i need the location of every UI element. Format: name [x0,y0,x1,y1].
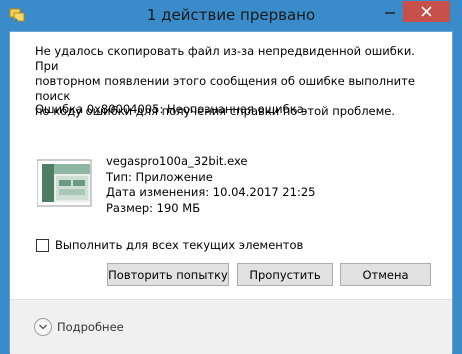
apply-to-all-checkbox[interactable]: Выполнить для всех текущих элементов [36,238,303,252]
chevron-down-icon [39,324,47,330]
dialog-body: Не удалось скопировать файл из-за непред… [9,31,453,354]
minimize-icon [385,11,395,14]
dialog-window: 1 действие прервано Не удалось скопирова… [0,0,462,354]
skip-button[interactable]: Пропустить [237,263,333,286]
details-footer: Подробнее [10,299,452,354]
file-details: vegaspro100a_32bit.exe Тип: Приложение Д… [106,154,315,216]
message-line: Не удалось скопировать файл из-за непред… [35,44,415,73]
file-modified: Дата изменения: 10.04.2017 21:25 [106,185,316,199]
minimize-button[interactable] [377,1,403,22]
file-icon [37,159,92,207]
more-details-toggle[interactable]: Подробнее [34,318,124,336]
error-code: Ошибка 0x80004005: Неопознанная ошибка [35,102,304,116]
close-icon [421,6,432,17]
file-name: vegaspro100a_32bit.exe [106,154,248,168]
file-type: Тип: Приложение [106,169,213,184]
retry-button[interactable]: Повторить попытку [107,263,229,286]
file-size: Размер: 190 МБ [106,200,201,215]
checkbox-label: Выполнить для всех текущих элементов [55,238,304,252]
cancel-button[interactable]: Отмена [340,263,431,286]
message-line: повторном появлении этого сообщения об о… [35,74,415,103]
title-bar[interactable]: 1 действие прервано [1,1,461,31]
checkbox-box[interactable] [36,238,49,252]
more-details-label: Подробнее [57,320,124,334]
close-button[interactable] [403,1,450,22]
expand-circle[interactable] [34,318,52,336]
